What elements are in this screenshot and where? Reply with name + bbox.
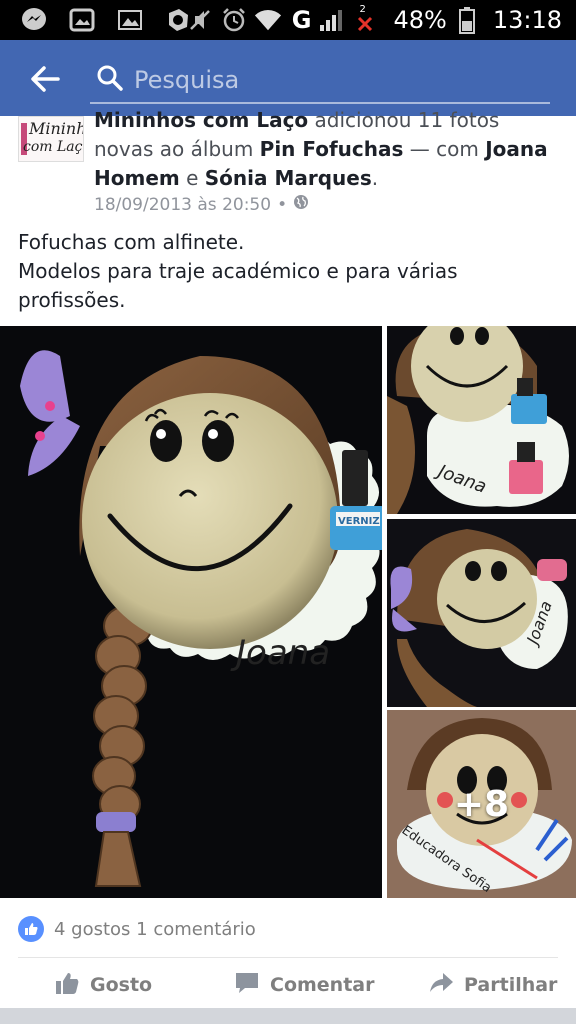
post-text-line-3: profissões. — [18, 288, 126, 312]
battery-percent: 48% — [393, 6, 447, 34]
search-underline — [90, 102, 550, 104]
reactions-count: 4 gostos 1 comentário — [54, 918, 256, 940]
clock: 13:18 — [492, 6, 562, 34]
page-avatar[interactable]: Mininh com Laço — [18, 116, 84, 162]
like-badge-icon — [18, 916, 44, 942]
notification-icons — [20, 6, 192, 34]
share-label: Partilhar — [464, 974, 558, 996]
post-meta: 18/09/2013 às 20:50 • — [94, 194, 309, 215]
app-bar — [0, 40, 576, 116]
album-link[interactable]: Pin Fofuchas — [260, 137, 404, 161]
alarm-icon — [220, 6, 248, 34]
share-button[interactable]: Partilhar — [428, 970, 557, 1000]
more-photos-overlay[interactable]: +8 — [387, 710, 576, 898]
search-icon — [96, 64, 124, 92]
post-text-line-2: Modelos para traje académico e para vári… — [18, 259, 458, 283]
system-icons: G 2 48% 13:18 — [186, 4, 562, 36]
name-label-main: Joana — [230, 633, 330, 673]
author-link[interactable]: Mininhos com Laço — [94, 108, 308, 132]
photo-thumb-1[interactable]: Joana — [387, 326, 576, 514]
photo-thumb-3[interactable]: Educadora Sofia +8 — [387, 710, 576, 898]
meta-separator: • — [277, 194, 288, 215]
post-text-line-1: Fofuchas com alfinete. — [18, 230, 245, 254]
reactions-summary[interactable]: 4 gostos 1 comentário — [18, 914, 256, 944]
logo-text-2: com Laço — [23, 139, 83, 155]
messenger-icon — [20, 6, 48, 34]
signal-icon — [317, 6, 345, 34]
tagged-user-2[interactable]: Sónia Marques — [205, 166, 372, 190]
period-text: . — [371, 166, 379, 190]
gallery-icon — [68, 6, 96, 34]
wifi-icon — [254, 6, 282, 34]
network-type: G — [291, 6, 312, 34]
post-headline: Mininhos com Laço adicionou 11 fotos nov… — [94, 106, 564, 193]
comment-button[interactable]: Comentar — [234, 970, 374, 1000]
like-label: Gosto — [90, 974, 153, 996]
image-icon — [116, 6, 144, 34]
share-icon — [428, 970, 454, 1001]
like-button[interactable]: Gosto — [54, 970, 152, 1000]
nail-label: VERNIZ — [338, 516, 380, 527]
status-bar: G 2 48% 13:18 — [0, 0, 576, 40]
sim-slot: 2 — [359, 4, 366, 15]
thumbs-up-icon — [54, 970, 80, 1001]
comment-icon — [234, 970, 260, 1001]
screen: G 2 48% 13:18 Mininh — [0, 0, 576, 1024]
post-header: Mininh com Laço Mininhos com Laço adicio… — [0, 108, 576, 216]
battery-icon — [453, 6, 481, 34]
globe-icon — [293, 194, 309, 215]
bottom-strip — [0, 1008, 576, 1024]
search-input[interactable] — [134, 60, 544, 100]
post-timestamp[interactable]: 18/09/2013 às 20:50 — [94, 195, 271, 215]
with-text: — com — [403, 137, 486, 161]
divider — [18, 957, 558, 958]
comment-label: Comentar — [270, 974, 375, 996]
no-signal-icon: 2 — [351, 4, 379, 34]
more-photos-count: +8 — [453, 783, 510, 825]
logo-text-1: Mininh — [29, 119, 84, 138]
photo-main[interactable]: Joana VERNIZ — [0, 326, 382, 898]
post-text: Fofuchas com alfinete. Modelos para traj… — [18, 228, 558, 315]
mute-icon — [186, 6, 214, 34]
action-bar: Gosto Comentar Partilhar — [0, 962, 576, 1006]
back-arrow-icon[interactable] — [28, 62, 62, 96]
photo-thumb-2[interactable]: Joana — [387, 519, 576, 707]
and-text: e — [179, 166, 205, 190]
